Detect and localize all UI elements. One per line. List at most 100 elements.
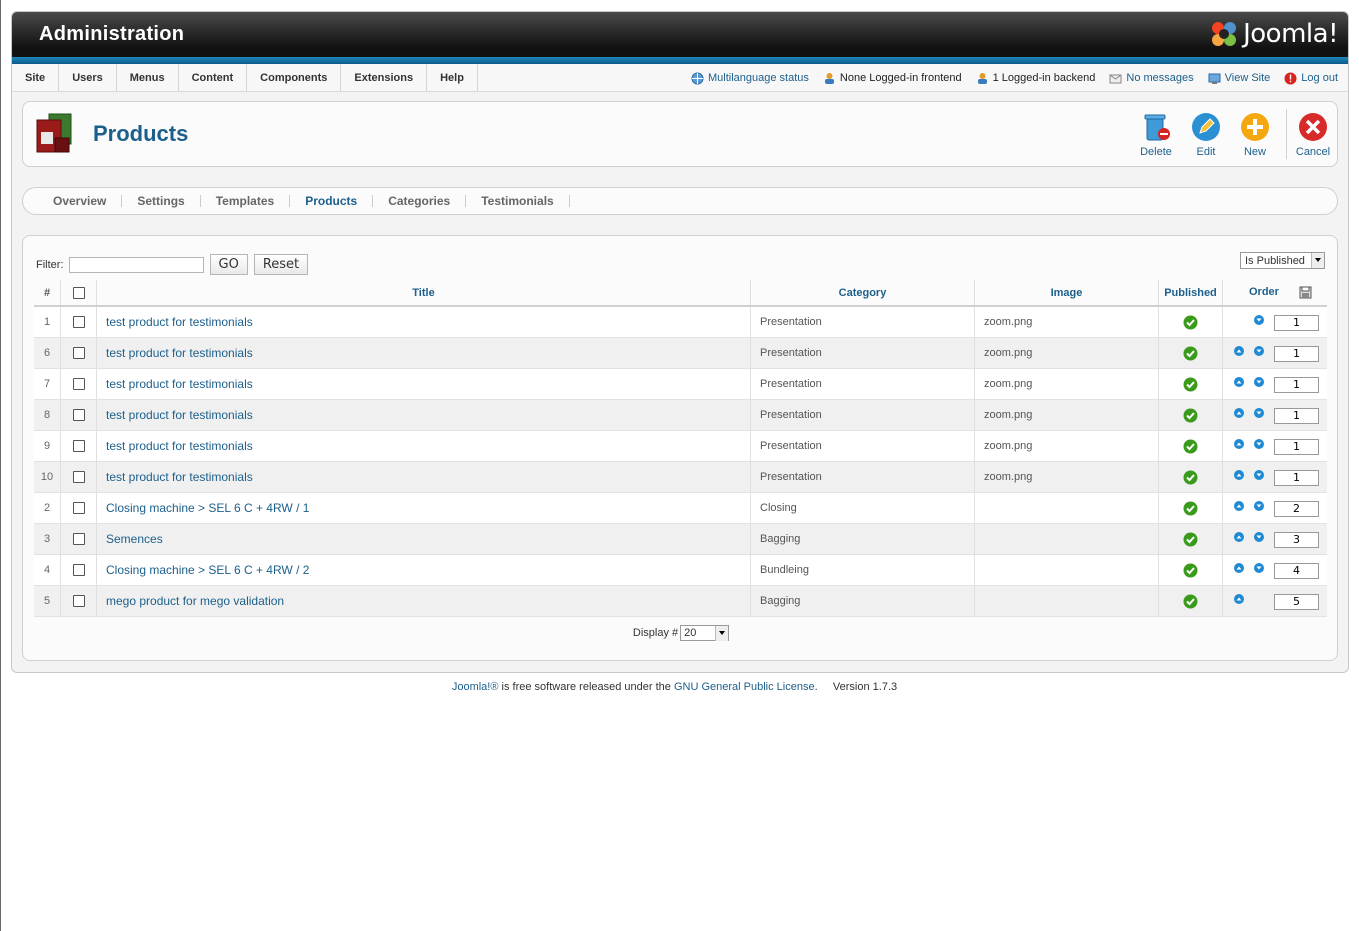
order-input[interactable]: 1 — [1274, 470, 1319, 486]
published-check-icon[interactable] — [1183, 532, 1198, 547]
row-title-link[interactable]: Closing machine > SEL 6 C + 4RW / 2 — [97, 555, 751, 585]
joomla-link[interactable]: Joomla!® — [452, 681, 499, 693]
row-title-link[interactable]: test product for testimonials — [97, 462, 751, 492]
cancel-x-icon — [1299, 113, 1327, 141]
move-down-icon[interactable] — [1254, 563, 1264, 573]
menu-content[interactable]: Content — [179, 64, 248, 91]
cancel-button[interactable]: Cancel — [1288, 112, 1338, 158]
messages-label[interactable]: No messages — [1126, 72, 1193, 84]
move-down-icon[interactable] — [1254, 532, 1264, 542]
published-state-select[interactable]: Is Published — [1240, 252, 1325, 269]
tab-settings[interactable]: Settings — [122, 195, 201, 207]
row-title-link[interactable]: test product for testimonials — [97, 400, 751, 430]
header-checkall[interactable] — [61, 280, 97, 305]
move-up-icon[interactable] — [1234, 408, 1244, 418]
header-order-label[interactable]: Order — [1249, 286, 1279, 298]
order-input[interactable]: 1 — [1274, 439, 1319, 455]
move-down-icon[interactable] — [1254, 377, 1264, 387]
order-input[interactable]: 3 — [1274, 532, 1319, 548]
tab-templates[interactable]: Templates — [201, 195, 291, 207]
order-input[interactable]: 4 — [1274, 563, 1319, 579]
row-checkbox[interactable] — [72, 533, 85, 545]
view-site-link[interactable]: View Site — [1208, 72, 1271, 85]
move-up-icon[interactable] — [1234, 377, 1244, 387]
row-title-link[interactable]: Semences — [97, 524, 751, 554]
multilanguage-status[interactable]: Multilanguage status — [691, 72, 809, 85]
published-check-icon[interactable] — [1183, 346, 1198, 361]
published-check-icon[interactable] — [1183, 408, 1198, 423]
multilanguage-status-label[interactable]: Multilanguage status — [708, 72, 809, 84]
row-checkbox[interactable] — [72, 502, 85, 514]
row-title-link[interactable]: test product for testimonials — [97, 338, 751, 368]
tab-products[interactable]: Products — [290, 195, 374, 207]
row-title-link[interactable]: test product for testimonials — [97, 307, 751, 337]
logout-label[interactable]: Log out — [1301, 72, 1338, 84]
logout-link[interactable]: Log out — [1284, 72, 1338, 85]
published-check-icon[interactable] — [1183, 563, 1198, 578]
menu-components[interactable]: Components — [247, 64, 342, 91]
row-checkbox[interactable] — [72, 347, 85, 359]
move-down-icon[interactable] — [1254, 346, 1264, 356]
save-order-icon[interactable] — [1299, 286, 1312, 299]
move-down-icon[interactable] — [1254, 470, 1264, 480]
move-up-icon[interactable] — [1234, 346, 1244, 356]
order-input[interactable]: 1 — [1274, 346, 1319, 362]
gpl-link[interactable]: GNU General Public License — [674, 681, 815, 693]
go-button[interactable]: GO — [209, 254, 248, 275]
published-check-icon[interactable] — [1183, 501, 1198, 516]
row-title-link[interactable]: mego product for mego validation — [97, 586, 751, 616]
move-down-icon[interactable] — [1254, 501, 1264, 511]
row-checkbox[interactable] — [72, 378, 85, 390]
move-down-icon[interactable] — [1254, 315, 1264, 325]
menu-users[interactable]: Users — [59, 64, 117, 91]
order-input[interactable]: 1 — [1274, 377, 1319, 393]
edit-button[interactable]: Edit — [1181, 112, 1231, 158]
published-check-icon[interactable] — [1183, 594, 1198, 609]
move-down-icon[interactable] — [1254, 439, 1264, 449]
row-checkbox[interactable] — [72, 595, 85, 607]
new-button[interactable]: New — [1230, 112, 1280, 158]
move-up-icon[interactable] — [1234, 532, 1244, 542]
tab-testimonials[interactable]: Testimonials — [466, 195, 570, 207]
order-input[interactable]: 1 — [1274, 315, 1319, 331]
reset-button[interactable]: Reset — [253, 254, 309, 275]
header-title[interactable]: Title — [97, 280, 751, 305]
move-up-icon[interactable] — [1234, 594, 1244, 604]
display-limit-select[interactable]: 20 — [680, 625, 730, 641]
move-up-icon[interactable] — [1234, 439, 1244, 449]
menu-extensions[interactable]: Extensions — [341, 64, 428, 91]
header-category[interactable]: Category — [751, 280, 975, 305]
move-up-icon[interactable] — [1234, 563, 1244, 573]
row-title-link[interactable]: test product for testimonials — [97, 369, 751, 399]
header-published[interactable]: Published — [1159, 280, 1223, 305]
row-checkbox[interactable] — [72, 471, 85, 483]
tab-categories[interactable]: Categories — [373, 195, 467, 207]
delete-button[interactable]: Delete — [1131, 112, 1181, 158]
order-input[interactable]: 1 — [1274, 408, 1319, 424]
published-check-icon[interactable] — [1183, 377, 1198, 392]
order-input[interactable]: 2 — [1274, 501, 1319, 517]
order-input[interactable]: 5 — [1274, 594, 1319, 610]
published-check-icon[interactable] — [1183, 470, 1198, 485]
published-check-icon[interactable] — [1183, 315, 1198, 330]
header-image[interactable]: Image — [975, 280, 1159, 305]
menu-menus[interactable]: Menus — [117, 64, 179, 91]
tab-overview[interactable]: Overview — [38, 195, 123, 207]
row-checkbox[interactable] — [72, 409, 85, 421]
view-site-label[interactable]: View Site — [1225, 72, 1271, 84]
row-title-link[interactable]: test product for testimonials — [97, 431, 751, 461]
move-down-icon[interactable] — [1254, 408, 1264, 418]
row-title-link[interactable]: Closing machine > SEL 6 C + 4RW / 1 — [97, 493, 751, 523]
menu-site[interactable]: Site — [12, 64, 60, 91]
check-all-checkbox[interactable] — [72, 286, 85, 299]
published-check-icon[interactable] — [1183, 439, 1198, 454]
row-checkbox[interactable] — [72, 316, 85, 328]
filter-input[interactable] — [68, 256, 204, 273]
row-checkbox[interactable] — [72, 440, 85, 452]
move-up-icon[interactable] — [1234, 470, 1244, 480]
menu-help[interactable]: Help — [427, 64, 478, 91]
row-checkbox[interactable] — [72, 564, 85, 576]
move-up-icon[interactable] — [1234, 501, 1244, 511]
messages-status[interactable]: No messages — [1109, 72, 1194, 85]
table-row: 10 test product for testimonials Presentat… — [34, 462, 1327, 493]
